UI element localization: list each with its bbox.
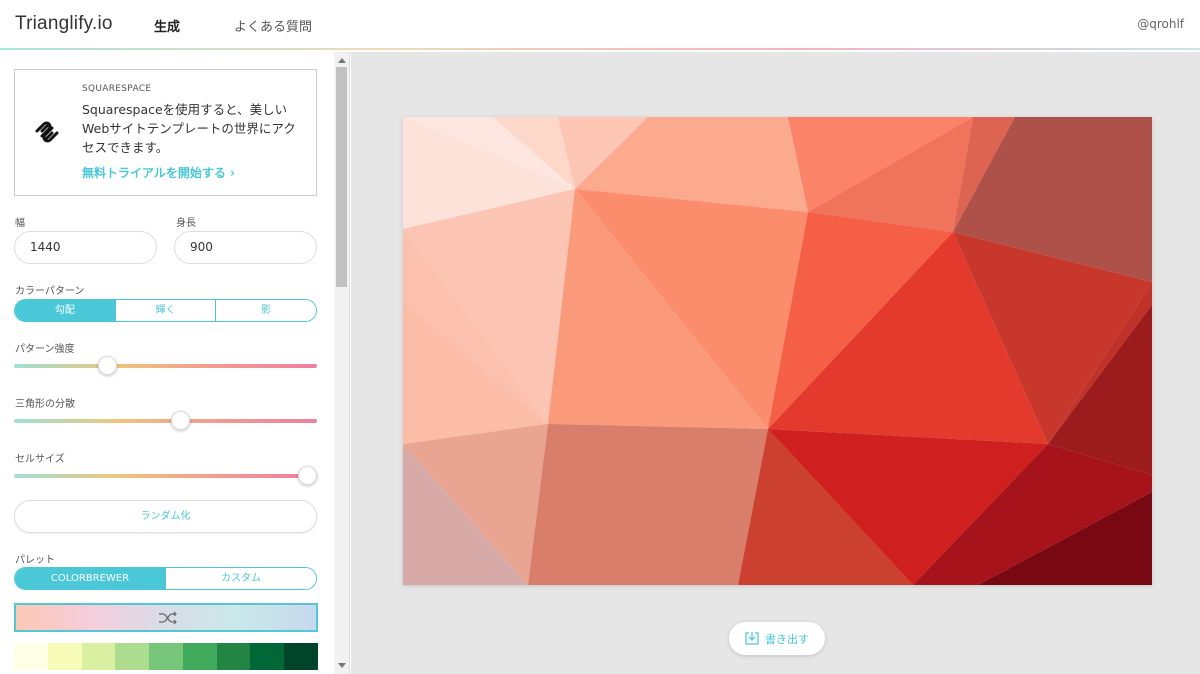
palette-swatch [284,643,319,670]
palette-swatch [47,643,82,670]
color-pattern-toggle: 勾配 輝く 影 [14,299,317,322]
color-pattern-gradient[interactable]: 勾配 [15,300,115,321]
scrollbar-thumb[interactable] [336,67,347,287]
palette-swatch [115,643,150,670]
color-pattern-shadow[interactable]: 影 [215,300,316,321]
ad-sponsor-name: SQUARESPACE [82,84,152,94]
palette-swatch [250,643,285,670]
randomize-button[interactable]: ランダム化 [14,500,317,533]
width-label: 幅 [15,218,25,229]
top-bar: Trianglify.io 生成 よくある質問 @qrohlf [0,0,1200,50]
palette-custom[interactable]: カスタム [165,568,316,589]
scroll-up-arrow-icon[interactable] [338,58,346,63]
sidebar: SQUARESPACE Squarespaceを使用すると、美しいWebサイトテ… [0,52,350,674]
intensity-label: パターン強度 [15,344,75,355]
sidebar-scrollbar[interactable] [334,52,349,674]
export-button[interactable]: 書き出す [729,622,825,655]
intensity-slider-handle[interactable] [97,356,117,375]
variance-slider-handle[interactable] [170,411,190,430]
palette-swatch [149,643,183,670]
palette-swatch [81,643,116,670]
palette-colorbrewer[interactable]: COLORBREWER [15,568,165,589]
palette-label: パレット [15,555,55,566]
variance-slider[interactable] [14,411,317,430]
shuffle-icon [159,611,177,625]
cell-size-slider[interactable] [14,466,317,485]
palette-swatch [14,643,48,670]
ad-cta-link[interactable]: 無料トライアルを開始する › [82,164,235,181]
export-label: 書き出す [765,633,809,646]
color-pattern-label: カラーパターン [15,286,85,297]
top-bar-accent-line [0,48,1200,50]
sponsor-ad[interactable]: SQUARESPACE Squarespaceを使用すると、美しいWebサイトテ… [14,69,317,196]
ad-text: Squarespaceを使用すると、美しいWebサイトテンプレートの世界にアクセ… [82,102,296,155]
height-label: 身長 [176,218,196,229]
width-input[interactable]: 1440 [14,231,157,264]
cell-size-slider-handle[interactable] [297,466,317,485]
squarespace-logo-icon [35,121,59,143]
triangle-pattern-preview [403,117,1152,585]
palette-swatches[interactable] [14,643,319,670]
cell-size-label: セルサイズ [15,454,65,465]
palette-source-toggle: COLORBREWER カスタム [14,567,317,590]
color-pattern-shine[interactable]: 輝く [114,300,216,321]
scroll-down-arrow-icon[interactable] [338,663,346,668]
palette-swatch [216,643,251,670]
user-link[interactable]: @qrohlf [1137,17,1184,31]
variance-label: 三角形の分散 [15,399,75,410]
height-input[interactable]: 900 [174,231,317,264]
brand-logo[interactable]: Trianglify.io [15,13,113,35]
preview-area: 書き出す [351,52,1200,674]
nav-generate[interactable]: 生成 [154,16,180,35]
download-icon [745,632,759,645]
selected-palette-preview[interactable] [14,603,318,632]
nav-faq[interactable]: よくある質問 [234,16,312,35]
palette-swatch [182,643,217,670]
intensity-slider[interactable] [14,356,317,375]
